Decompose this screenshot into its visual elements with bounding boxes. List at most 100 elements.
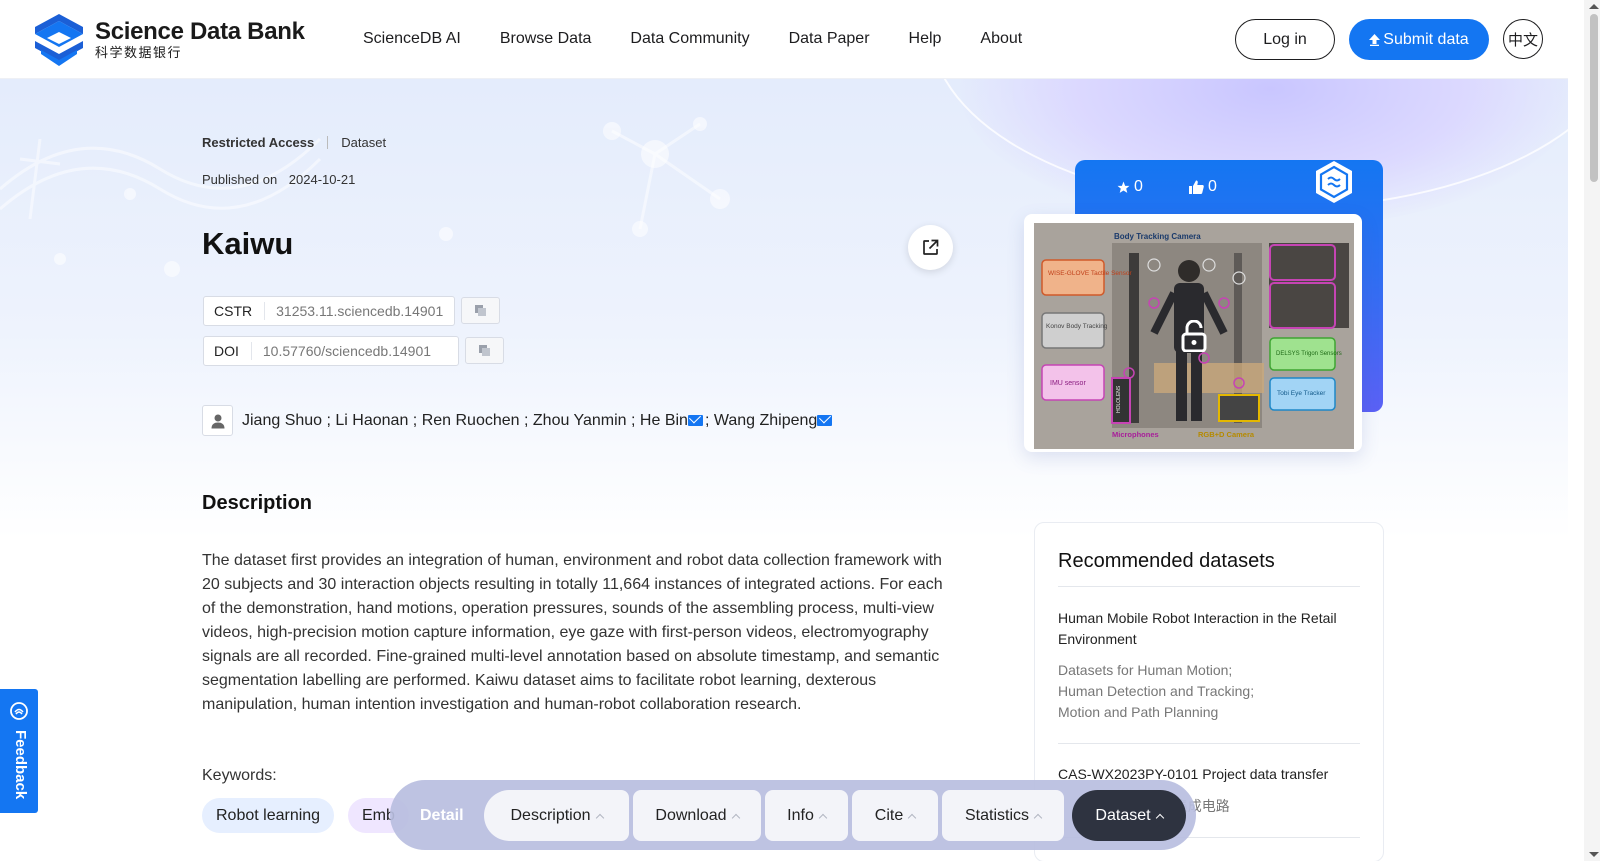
tab-download[interactable]: Download: [633, 790, 761, 841]
nav-data-paper[interactable]: Data Paper: [789, 30, 870, 48]
tab-label: Download: [655, 806, 727, 824]
site-logo[interactable]: Science Data Bank 科学数据银行: [31, 12, 305, 68]
doi-value: 10.57760/sciencedb.14901: [262, 343, 432, 359]
chevron-up-icon: [818, 813, 828, 822]
tab-description[interactable]: Description: [484, 790, 629, 841]
cstr-label: CSTR: [204, 302, 266, 320]
cstr-value: 31253.11.sciencedb.14901: [276, 303, 444, 319]
submit-data-label: Submit data: [1383, 30, 1469, 48]
author-name[interactable]: Zhou Yanmin: [533, 412, 627, 430]
dataset-cover-card[interactable]: Body Tracking Camera WISE-GLOVE Tactile …: [1024, 214, 1362, 452]
tab-cite[interactable]: Cite: [852, 790, 938, 841]
tab-label: Info: [787, 806, 814, 824]
divider: [1058, 586, 1360, 587]
author-name[interactable]: Jiang Shuo: [242, 412, 322, 430]
image-label-left3: IMU sensor: [1050, 380, 1086, 387]
share-button[interactable]: [908, 225, 953, 270]
star-count[interactable]: 0: [1117, 178, 1143, 196]
access-label: Restricted Access: [202, 135, 315, 150]
published-label: Published on: [202, 172, 278, 187]
like-count[interactable]: 0: [1189, 178, 1217, 196]
section-nav-label: Detail: [420, 807, 464, 824]
keywords-label: Keywords:: [202, 767, 277, 784]
copy-cstr-button[interactable]: [461, 297, 500, 324]
published-date: 2024-10-21: [288, 172, 356, 187]
chevron-up-icon: [907, 813, 917, 822]
chevron-up-icon: [1155, 813, 1164, 822]
doi-label: DOI: [204, 342, 252, 360]
submit-data-button[interactable]: Submit data: [1349, 19, 1489, 60]
copy-icon: [474, 304, 486, 316]
keyword-tag[interactable]: Robot learning: [202, 798, 335, 833]
nav-browse-data[interactable]: Browse Data: [500, 30, 592, 48]
star-count-value: 0: [1134, 178, 1143, 195]
image-label-bottom2: RGB+D Camera: [1198, 430, 1255, 439]
recommended-item-tag: Motion and Path Planning: [1058, 704, 1219, 720]
brand-name-zh: 科学数据银行: [95, 45, 183, 60]
divider: [1058, 743, 1360, 744]
scroll-up-arrow-icon[interactable]: [1589, 4, 1599, 9]
meta-divider: [327, 136, 329, 149]
description-heading: Description: [202, 492, 313, 514]
authors-row: Jiang Shuo ; Li Haonan ; Ren Ruochen ; Z…: [202, 405, 834, 436]
tab-label: Description: [510, 806, 591, 824]
image-label-bottom1: Microphones: [1112, 430, 1159, 439]
top-header: Science Data Bank 科学数据银行 ScienceDB AI Br…: [0, 0, 1568, 79]
login-button[interactable]: Log in: [1235, 19, 1335, 60]
tab-dataset[interactable]: Dataset: [1072, 790, 1186, 841]
chevron-up-icon: [595, 813, 604, 822]
dataset-cover-image: Body Tracking Camera WISE-GLOVE Tactile …: [1034, 223, 1354, 449]
recommended-item-title[interactable]: Human Mobile Robot Interaction in the Re…: [1058, 608, 1358, 650]
tab-label: Dataset: [1095, 806, 1151, 824]
author-name[interactable]: He Bin: [640, 412, 688, 430]
dataset-meta: Restricted Access Dataset: [202, 135, 386, 150]
recommended-heading: Recommended datasets: [1058, 550, 1275, 572]
author-name[interactable]: Wang Zhipeng: [714, 412, 817, 430]
nav-data-community[interactable]: Data Community: [630, 30, 749, 48]
author-name[interactable]: Ren Ruochen: [422, 412, 520, 430]
recommended-item-tag: Human Detection and Tracking;: [1058, 683, 1255, 699]
like-count-value: 0: [1208, 178, 1217, 195]
user-icon: [202, 405, 233, 436]
copy-icon: [478, 344, 490, 356]
email-icon[interactable]: [817, 415, 833, 426]
dataset-title: Kaiwu: [202, 226, 294, 261]
chevron-up-icon: [1033, 813, 1043, 822]
upload-icon: [1369, 33, 1381, 46]
thumbs-up-icon: [1189, 180, 1204, 194]
image-label-right2: Tobi Eye Tracker: [1277, 390, 1326, 397]
certified-badge-icon: [1316, 161, 1352, 203]
doi-field: DOI 10.57760/sciencedb.14901: [203, 336, 459, 366]
feedback-label: Feedback: [12, 730, 29, 800]
description-text: The dataset first provides an integratio…: [202, 552, 943, 713]
cstr-field: CSTR 31253.11.sciencedb.14901: [203, 296, 455, 326]
nav-help[interactable]: Help: [909, 30, 942, 48]
language-toggle[interactable]: 中文: [1503, 19, 1543, 59]
scrollbar-thumb[interactable]: [1590, 14, 1598, 182]
sciencedb-logo-icon: [35, 14, 83, 66]
tab-label: Cite: [874, 806, 904, 824]
unlock-icon: [1181, 320, 1207, 352]
main-nav: ScienceDB AI Browse Data Data Community …: [363, 30, 1061, 48]
image-label-side: HOLOLENS: [1116, 385, 1122, 413]
author-name[interactable]: Li Haonan: [335, 412, 408, 430]
image-label-left2: Konov Body Tracking: [1046, 323, 1108, 330]
dataset-type: Dataset: [341, 135, 387, 150]
publish-date-row: Published on 2024-10-21: [202, 172, 355, 187]
scroll-down-arrow-icon[interactable]: [1589, 852, 1599, 857]
nav-sciencedb-ai[interactable]: ScienceDB AI: [363, 30, 461, 48]
external-link-icon: [923, 239, 939, 255]
chevron-up-icon: [731, 813, 740, 822]
tab-label: Statistics: [964, 806, 1029, 824]
image-label-right1: DELSYS Trigon Sensors: [1276, 351, 1342, 357]
feedback-icon: [10, 702, 28, 720]
nav-about[interactable]: About: [980, 30, 1022, 48]
tab-info[interactable]: Info: [765, 790, 848, 841]
image-label-top: Body Tracking Camera: [1114, 232, 1201, 241]
star-icon: [1117, 181, 1130, 193]
recommended-item-tag: Datasets for Human Motion;: [1058, 662, 1233, 678]
copy-doi-button[interactable]: [465, 337, 504, 364]
author-list: Jiang Shuo ; Li Haonan ; Ren Ruochen ; Z…: [242, 412, 834, 430]
tab-statistics[interactable]: Statistics: [942, 790, 1064, 841]
email-icon[interactable]: [687, 415, 703, 426]
